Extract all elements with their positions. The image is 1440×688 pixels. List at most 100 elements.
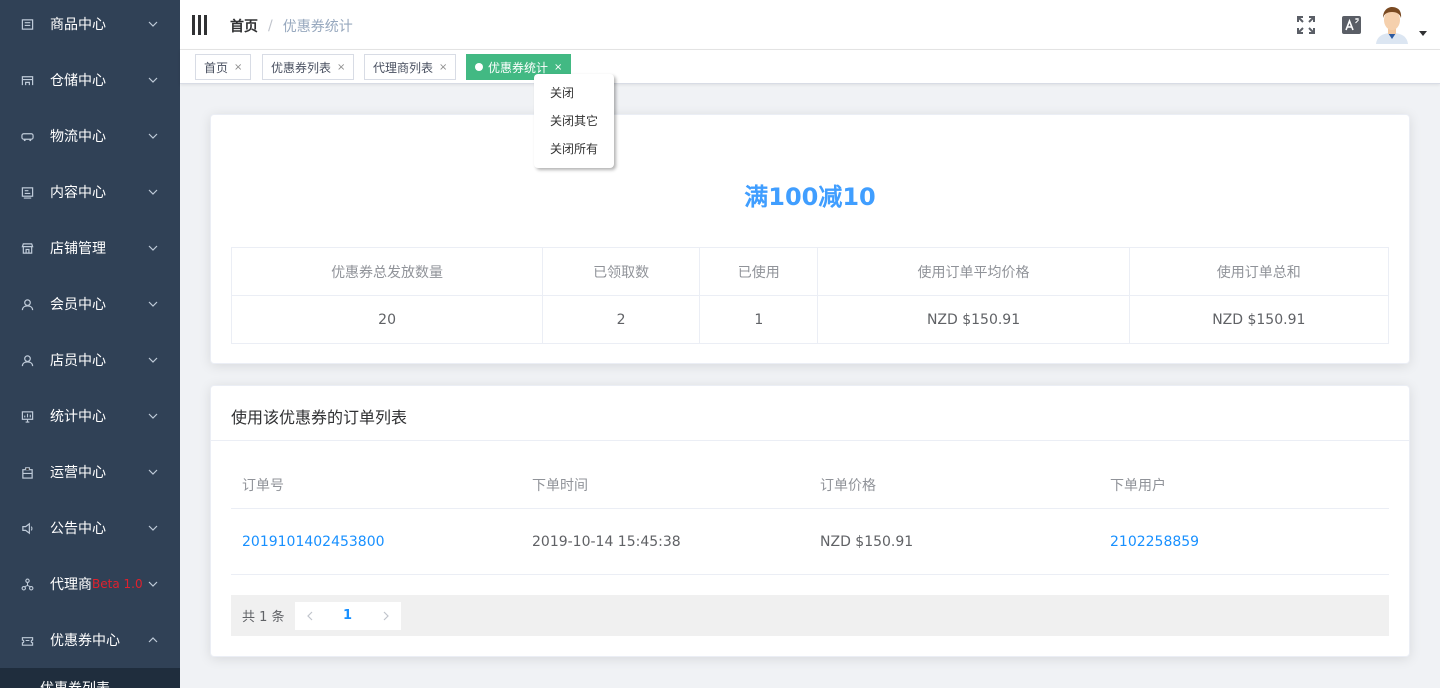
fullscreen-icon[interactable]	[1294, 13, 1318, 37]
page-number[interactable]: 1	[325, 608, 371, 623]
tag-label: 优惠券统计	[488, 60, 549, 75]
chevron-down-icon	[148, 185, 158, 195]
tag-coupon-list[interactable]: 优惠券列表 ×	[262, 54, 355, 80]
column-header-time: 下单时间	[532, 477, 588, 494]
chevron-down-icon	[148, 577, 158, 587]
staff-icon	[20, 353, 34, 367]
column-header-user: 下单用户	[1110, 477, 1166, 494]
tag-agent-list[interactable]: 代理商列表 ×	[364, 54, 457, 80]
stats-header: 已领取数	[542, 247, 701, 296]
goods-icon	[20, 17, 34, 31]
sidebar-item-label: 内容中心	[50, 185, 106, 201]
chevron-down-icon	[148, 409, 158, 419]
avatar[interactable]	[1372, 4, 1412, 44]
operations-icon	[20, 465, 34, 479]
close-icon[interactable]: ×	[337, 62, 345, 73]
sidebar-item-label: 商品中心	[50, 17, 106, 33]
language-icon[interactable]	[1340, 13, 1364, 37]
statistics-icon	[20, 409, 34, 423]
order-time: 2019-10-14 15:45:38	[532, 533, 681, 550]
chevron-down-icon	[148, 465, 158, 475]
order-price: NZD $150.91	[820, 533, 914, 550]
pagination-controls: 1	[294, 601, 401, 630]
sidebar-item-statistics[interactable]: 统计中心	[0, 388, 180, 444]
orders-table: 订单号 下单时间 订单价格 下单用户 2019101402453800 2019…	[231, 461, 1389, 575]
order-user-link[interactable]: 2102258859	[1110, 534, 1199, 550]
agent-icon	[20, 577, 34, 591]
close-icon[interactable]: ×	[439, 62, 447, 73]
sidebar-item-shop[interactable]: 店铺管理	[0, 220, 180, 276]
column-header-price: 订单价格	[820, 477, 876, 494]
sidebar-item-label: 会员中心	[50, 297, 106, 313]
tag-context-menu: 关闭 关闭其它 关闭所有	[534, 74, 614, 168]
shop-icon	[20, 241, 34, 255]
sidebar-item-operations[interactable]: 运营中心	[0, 444, 180, 500]
context-close[interactable]: 关闭	[534, 79, 614, 107]
pagination: 共 1 条 1	[231, 595, 1389, 636]
close-icon[interactable]: ×	[234, 62, 242, 73]
warehouse-icon	[20, 73, 34, 87]
sidebar-item-warehouse[interactable]: 仓储中心	[0, 52, 180, 108]
stats-header: 使用订单总和	[1128, 247, 1390, 296]
stats-value: 1	[699, 295, 819, 344]
prev-page-button[interactable]	[295, 602, 325, 630]
tag-label: 首页	[204, 60, 229, 75]
tag-home[interactable]: 首页 ×	[195, 54, 252, 80]
stats-value: 2	[542, 295, 701, 344]
breadcrumb-home[interactable]: 首页	[230, 16, 258, 36]
sidebar-item-agent[interactable]: 代理商 Beta 1.0	[0, 556, 180, 612]
stats-value: 20	[230, 295, 544, 344]
sidebar: 商品中心 仓储中心 物流中心 内容中心 店铺管理 会员中心 店员中心 统计中心	[0, 0, 180, 688]
chevron-down-icon	[148, 73, 158, 83]
coupon-title: 满100减10	[744, 183, 876, 211]
chevron-up-icon	[148, 633, 158, 643]
submenu-item-coupon-list[interactable]: 优惠券列表	[0, 668, 180, 688]
sidebar-item-label: 统计中心	[50, 409, 106, 425]
sidebar-item-label: 店铺管理	[50, 241, 106, 257]
tag-label: 优惠券列表	[271, 60, 332, 75]
next-page-button[interactable]	[371, 602, 401, 630]
submenu-item-label: 优惠券列表	[40, 678, 110, 688]
sidebar-item-goods[interactable]: 商品中心	[0, 0, 180, 52]
breadcrumb-separator: /	[268, 18, 273, 34]
sidebar-item-member[interactable]: 会员中心	[0, 276, 180, 332]
context-close-others[interactable]: 关闭其它	[534, 107, 614, 135]
truck-icon	[20, 129, 34, 143]
sidebar-item-label: 代理商	[50, 577, 92, 593]
tags-view: 首页 × 优惠券列表 × 代理商列表 × 优惠券统计 ×	[180, 50, 1440, 84]
table-row: 2019101402453800 2019-10-14 15:45:38 NZD…	[231, 509, 1389, 575]
stats-header: 已使用	[699, 247, 819, 296]
sidebar-item-logistics[interactable]: 物流中心	[0, 108, 180, 164]
orders-card-title: 使用该优惠券的订单列表	[211, 386, 1409, 441]
sidebar-item-label: 运营中心	[50, 465, 106, 481]
content-icon	[20, 185, 34, 199]
sidebar-item-staff[interactable]: 店员中心	[0, 332, 180, 388]
chevron-down-icon[interactable]	[1419, 31, 1427, 36]
chevron-down-icon	[148, 17, 158, 27]
breadcrumb: 首页 / 优惠券统计	[230, 16, 353, 36]
sidebar-item-announcement[interactable]: 公告中心	[0, 500, 180, 556]
sidebar-item-label: 公告中心	[50, 521, 106, 537]
context-close-all[interactable]: 关闭所有	[534, 135, 614, 163]
coupon-stats-table: 优惠券总发放数量 已领取数 已使用 使用订单平均价格 使用订单总和 20 2 1…	[230, 247, 1390, 344]
coupon-icon	[20, 633, 34, 647]
sidebar-item-coupon[interactable]: 优惠券中心	[0, 612, 180, 668]
member-icon	[20, 297, 34, 311]
stats-header: 使用订单平均价格	[817, 247, 1130, 296]
order-number-link[interactable]: 2019101402453800	[242, 534, 385, 550]
pagination-total: 共 1 条	[242, 610, 285, 625]
chevron-down-icon	[148, 521, 158, 531]
hamburger-icon[interactable]	[192, 13, 208, 37]
close-icon[interactable]: ×	[554, 62, 562, 73]
column-header-order-no: 订单号	[242, 477, 284, 494]
chevron-down-icon	[148, 353, 158, 363]
chevron-left-icon	[306, 611, 312, 620]
chevron-down-icon	[148, 297, 158, 307]
beta-badge: Beta 1.0	[92, 577, 143, 591]
sidebar-item-label: 优惠券中心	[50, 633, 120, 649]
chevron-down-icon	[148, 129, 158, 139]
sidebar-item-label: 物流中心	[50, 129, 106, 145]
sidebar-item-content[interactable]: 内容中心	[0, 164, 180, 220]
stats-value: NZD $150.91	[817, 295, 1130, 344]
navbar: 首页 / 优惠券统计	[180, 0, 1440, 50]
